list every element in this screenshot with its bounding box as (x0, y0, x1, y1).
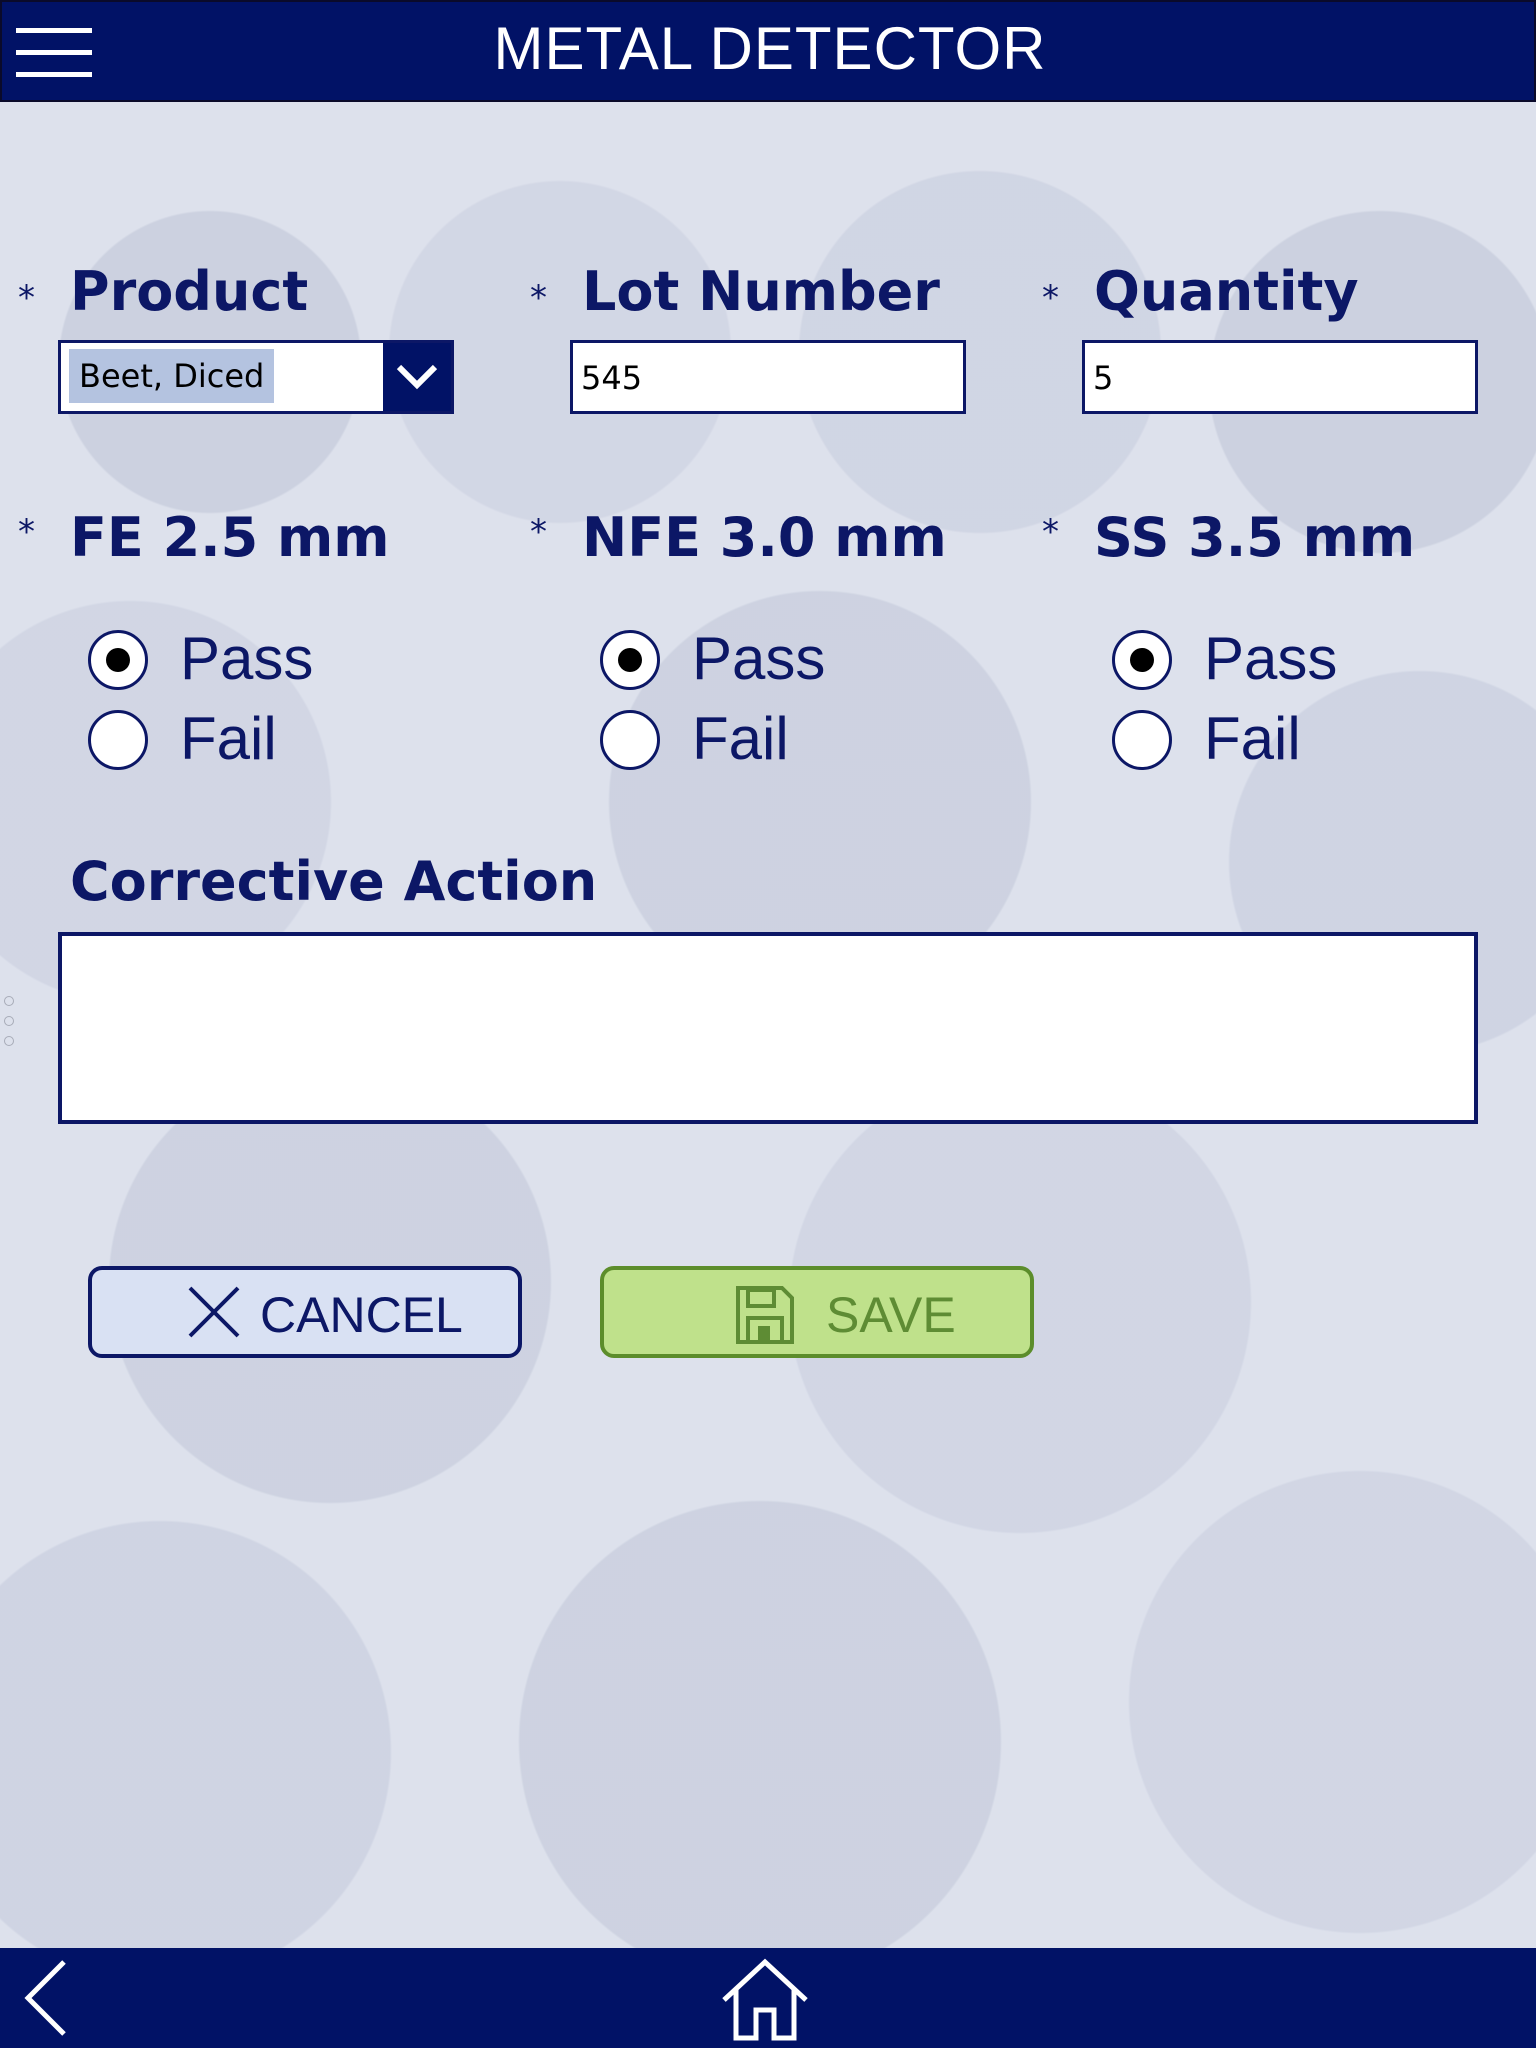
nfe-test-label: NFE 3.0 mm (582, 506, 947, 569)
corrective-action-textarea[interactable] (58, 932, 1478, 1124)
radio-button[interactable] (1112, 630, 1172, 690)
corrective-action-label: Corrective Action (70, 850, 598, 913)
radio-label: Fail (1204, 705, 1301, 772)
radio-button[interactable] (600, 710, 660, 770)
nfe-fail-radio[interactable]: Fail (600, 704, 860, 774)
radio-button[interactable] (600, 630, 660, 690)
save-button[interactable]: SAVE (600, 1266, 1034, 1358)
quantity-input[interactable]: 5 (1082, 340, 1478, 414)
close-icon (186, 1284, 242, 1352)
required-marker: * (18, 278, 35, 318)
product-selected-value: Beet, Diced (69, 349, 275, 403)
cancel-button[interactable]: CANCEL (88, 1266, 522, 1358)
fe-test-label: FE 2.5 mm (70, 506, 390, 569)
fe-fail-radio[interactable]: Fail (88, 704, 348, 774)
page-title: METAL DETECTOR (493, 15, 1047, 82)
radio-label: Fail (692, 705, 789, 772)
cancel-label: CANCEL (260, 1287, 463, 1343)
radio-button[interactable] (88, 710, 148, 770)
radio-selected-dot (106, 648, 130, 672)
required-marker: * (530, 278, 547, 318)
radio-selected-dot (618, 648, 642, 672)
product-dropdown[interactable]: Beet, Diced (58, 340, 454, 414)
product-label: Product (70, 260, 309, 323)
radio-label: Pass (180, 625, 314, 692)
chevron-left-icon[interactable] (22, 1958, 72, 2038)
app-header: METAL DETECTOR (0, 0, 1536, 102)
radio-button[interactable] (1112, 710, 1172, 770)
required-marker: * (1042, 512, 1059, 552)
radio-selected-dot (1130, 648, 1154, 672)
radio-label: Pass (692, 625, 826, 692)
radio-label: Fail (180, 705, 277, 772)
fe-pass-radio[interactable]: Pass (88, 624, 348, 694)
required-marker: * (1042, 278, 1059, 318)
required-marker: * (530, 512, 547, 552)
ss-fail-radio[interactable]: Fail (1112, 704, 1372, 774)
required-marker: * (18, 512, 35, 552)
nfe-pass-radio[interactable]: Pass (600, 624, 860, 694)
radio-label: Pass (1204, 625, 1338, 692)
drag-handle-icon[interactable] (4, 996, 16, 1050)
bottom-nav-bar (0, 1948, 1536, 2048)
quantity-label: Quantity (1094, 260, 1359, 323)
chevron-down-icon[interactable] (383, 343, 451, 411)
ss-pass-radio[interactable]: Pass (1112, 624, 1372, 694)
floppy-disk-icon (734, 1284, 796, 1358)
home-icon[interactable] (720, 1958, 810, 2042)
quantity-value: 5 (1093, 359, 1114, 397)
lot-number-value: 545 (581, 359, 643, 397)
lot-number-input[interactable]: 545 (570, 340, 966, 414)
ss-test-label: SS 3.5 mm (1094, 506, 1416, 569)
lot-number-label: Lot Number (582, 260, 940, 323)
save-label: SAVE (826, 1287, 956, 1343)
radio-button[interactable] (88, 630, 148, 690)
